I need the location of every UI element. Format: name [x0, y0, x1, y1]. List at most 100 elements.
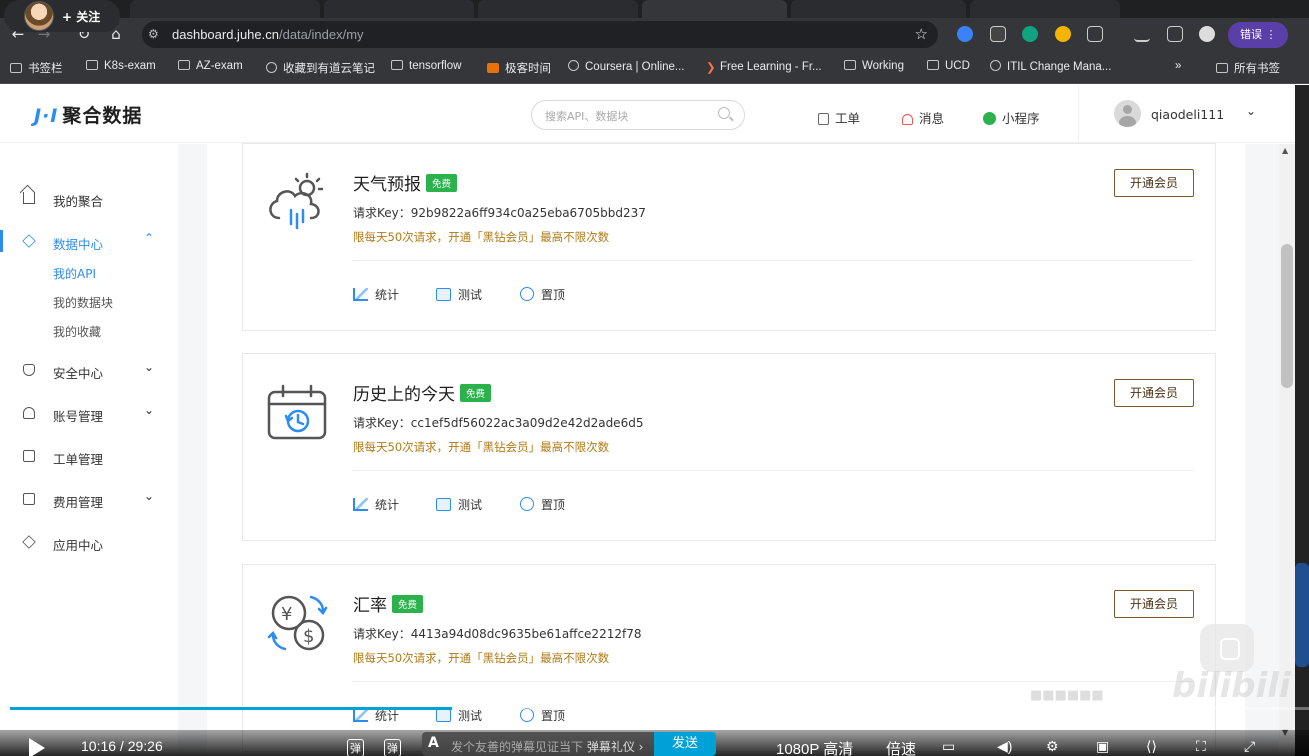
sidebar-item-apps[interactable]: 应用中心: [0, 528, 178, 558]
bookmarks-overflow[interactable]: »: [1175, 60, 1181, 72]
bookmark-item[interactable]: ITIL Change Mana...: [990, 60, 1111, 73]
danmu-toggle-icon[interactable]: 弹: [347, 739, 364, 756]
avatar[interactable]: [1114, 100, 1141, 127]
chevron-up-icon[interactable]: ⌃: [144, 231, 154, 245]
browser-tab[interactable]: [791, 0, 966, 18]
uploader-follow-chip[interactable]: + 关注: [4, 0, 120, 32]
messages-link[interactable]: 消息: [902, 108, 944, 127]
sidebar-subitem-my-data-blocks[interactable]: 我的数据块: [53, 294, 113, 311]
extension-icon[interactable]: [957, 26, 973, 42]
sidebar-item-data-center[interactable]: 数据中心 ⌃: [0, 227, 178, 257]
bookmark-item[interactable]: K8s-exam: [86, 60, 156, 72]
pin-top-button[interactable]: 置顶: [520, 286, 565, 303]
site-info-icon[interactable]: ⚙: [148, 27, 159, 41]
ticket-link[interactable]: 工单: [818, 108, 860, 127]
danmu-style-icon[interactable]: A: [428, 735, 439, 751]
url-text[interactable]: dashboard.juhe.cn/data/index/my: [172, 27, 364, 42]
stats-icon: [353, 498, 368, 511]
bookmarks-bar: 书签栏 K8s-exam AZ-exam 收藏到有道云笔记 tensorflow…: [0, 51, 1309, 84]
danmu-send-button[interactable]: 发送: [654, 732, 716, 756]
sidebar-item-account[interactable]: 账号管理 ⌄: [0, 399, 178, 429]
user-icon: [23, 407, 35, 419]
test-button[interactable]: 测试: [436, 286, 482, 303]
card-divider: [353, 470, 1193, 471]
extension-icon[interactable]: [990, 26, 1006, 42]
sidebar-item-tickets[interactable]: 工单管理: [0, 442, 178, 472]
url-bar[interactable]: ⚙ dashboard.juhe.cn/data/index/my ☆: [142, 21, 938, 48]
profile-icon[interactable]: [1199, 26, 1215, 42]
stats-button[interactable]: 统计: [353, 496, 399, 513]
bookmark-item[interactable]: AZ-exam: [178, 60, 243, 72]
address-toolbar: ← → ↻ ⌂ ⚙ dashboard.juhe.cn/data/index/m…: [0, 18, 1309, 51]
web-fullscreen-icon[interactable]: ⛶: [1196, 738, 1206, 755]
bookmark-item[interactable]: UCD: [927, 60, 970, 72]
browser-tab[interactable]: [324, 0, 474, 18]
chevron-down-icon[interactable]: ⌄: [144, 489, 154, 503]
site-logo[interactable]: J·I 聚合数据: [34, 101, 142, 128]
open-membership-button[interactable]: 开通会员: [1114, 379, 1194, 407]
follow-button[interactable]: + 关注: [62, 8, 100, 25]
bookmark-item[interactable]: 收藏到有道云笔记: [266, 60, 375, 76]
api-name[interactable]: 天气预报 免费: [353, 170, 458, 195]
bookmark-item[interactable]: Coursera | Online...: [568, 60, 685, 73]
shield-icon: [23, 364, 35, 376]
sidebar-subitem-my-favorites[interactable]: 我的收藏: [53, 323, 101, 340]
chevron-down-icon[interactable]: ⌄: [144, 360, 154, 374]
api-name[interactable]: 汇率 免费: [353, 591, 424, 616]
browser-tab-active[interactable]: [642, 0, 787, 18]
scroll-up-arrow-icon[interactable]: ▲: [1282, 146, 1288, 155]
danmu-input[interactable]: A 发个友善的弹幕见证当下 弹幕礼仪 ›: [422, 732, 654, 756]
volume-icon[interactable]: ◀): [997, 738, 1012, 755]
scrollbar-thumb[interactable]: [1281, 244, 1293, 388]
widescreen-icon[interactable]: ⟨⟩: [1146, 738, 1157, 755]
all-bookmarks[interactable]: 所有书签: [1216, 60, 1280, 76]
sidebar-subitem-my-api[interactable]: 我的API: [53, 265, 96, 282]
api-limit-note: 限每天50次请求，开通「黑钻会员」最高不限次数: [353, 651, 610, 665]
bilibili-watermark: bilibili: [1172, 666, 1291, 706]
fullscreen-icon[interactable]: ⤢: [1244, 738, 1255, 755]
mini-program-link[interactable]: 小程序: [983, 108, 1040, 127]
search-input[interactable]: 搜索API、数据块: [531, 100, 745, 130]
bookmark-star-icon[interactable]: ☆: [915, 25, 928, 43]
mini-player-icon[interactable]: [1200, 624, 1254, 672]
stats-icon: [353, 288, 368, 301]
bookmark-item[interactable]: 书签栏: [10, 60, 63, 76]
bookmark-item[interactable]: tensorflow: [391, 60, 461, 72]
sidebar-item-home[interactable]: 我的聚合: [0, 184, 178, 214]
quality-selector[interactable]: 1080P 高清: [776, 738, 853, 756]
chevron-down-icon[interactable]: ⌄: [144, 403, 154, 417]
api-card: 天气预报 免费 请求Key：92b9822a6ff934c0a25eba6705b…: [242, 143, 1216, 331]
bookmark-item[interactable]: 极客时间: [487, 60, 551, 76]
danmu-settings-icon[interactable]: 弹: [384, 739, 401, 756]
sidebar-item-security[interactable]: 安全中心 ⌄: [0, 356, 178, 386]
api-name[interactable]: 历史上的今天 免费: [353, 380, 492, 405]
play-icon[interactable]: [29, 738, 45, 756]
open-membership-button[interactable]: 开通会员: [1114, 590, 1194, 618]
extension-icon[interactable]: [1022, 26, 1038, 42]
sidebar-item-billing[interactable]: 费用管理 ⌄: [0, 485, 178, 515]
page-scrollbar[interactable]: [1279, 144, 1295, 740]
download-icon[interactable]: [1134, 26, 1150, 42]
extension-icon[interactable]: [1055, 26, 1071, 42]
pip-icon[interactable]: ▣: [1096, 738, 1109, 755]
browser-tab[interactable]: [130, 0, 320, 18]
search-icon[interactable]: [718, 107, 730, 119]
side-panel-icon[interactable]: [1167, 26, 1183, 42]
subtitle-icon[interactable]: ▭: [942, 738, 955, 755]
bookmark-item[interactable]: Working: [844, 60, 904, 72]
test-button[interactable]: 测试: [436, 496, 482, 513]
error-button[interactable]: 错误 ⋮: [1228, 22, 1288, 48]
settings-gear-icon[interactable]: ⚙: [1046, 738, 1059, 755]
extensions-puzzle-icon[interactable]: [1087, 26, 1103, 42]
browser-tab[interactable]: [970, 0, 1120, 18]
speed-selector[interactable]: 倍速: [886, 738, 916, 756]
pin-top-button[interactable]: 置顶: [520, 496, 565, 513]
chevron-down-icon[interactable]: ⌄: [1246, 104, 1256, 118]
weather-icon: [269, 172, 324, 230]
username[interactable]: qiaodeli111: [1151, 107, 1224, 122]
browser-tab[interactable]: [478, 0, 638, 18]
stats-button[interactable]: 统计: [353, 286, 399, 303]
bookmark-item[interactable]: ❯ Free Learning - Fr...: [706, 60, 822, 74]
open-membership-button[interactable]: 开通会员: [1114, 169, 1194, 197]
uploader-avatar[interactable]: [24, 1, 54, 31]
